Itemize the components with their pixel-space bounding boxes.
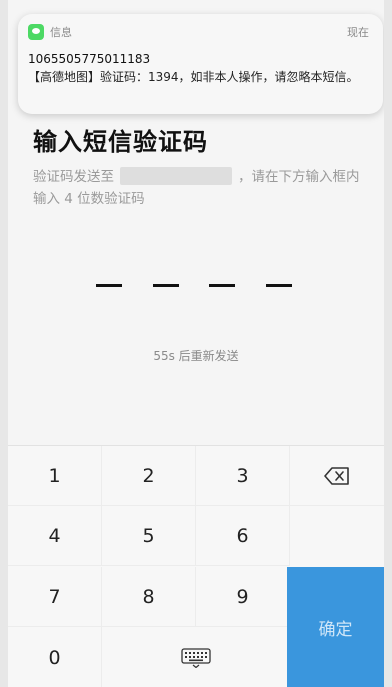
confirm-button[interactable]: 确定 bbox=[287, 567, 384, 687]
hide-keyboard-key[interactable] bbox=[102, 627, 290, 687]
key-7[interactable]: 7 bbox=[8, 567, 102, 627]
notification-app-name: 信息 bbox=[50, 26, 72, 39]
key-4[interactable]: 4 bbox=[8, 506, 102, 566]
page-title: 输入短信验证码 bbox=[33, 128, 208, 156]
code-digit-slot[interactable] bbox=[153, 284, 179, 287]
notification-time: 现在 bbox=[347, 26, 369, 39]
sms-notification-banner[interactable]: 信息 现在 1065505775011183 【高德地图】验证码：1394，如非… bbox=[18, 14, 383, 114]
page-subtitle: 验证码发送至 ，请在下方输入框内输入 4 位数验证码 bbox=[33, 166, 363, 210]
subtitle-prefix: 验证码发送至 bbox=[33, 169, 114, 185]
numeric-keypad: 1 2 3 4 5 6 7 8 9 0 确定 bbox=[8, 445, 384, 687]
key-5[interactable]: 5 bbox=[102, 506, 196, 566]
messages-app-icon bbox=[28, 24, 44, 40]
notification-body: 【高德地图】验证码：1394，如非本人操作，请忽略本短信。 bbox=[28, 70, 359, 84]
verification-screen: 信息 现在 1065505775011183 【高德地图】验证码：1394，如非… bbox=[8, 0, 384, 687]
key-3[interactable]: 3 bbox=[196, 446, 290, 506]
notification-sender: 1065505775011183 bbox=[28, 52, 151, 66]
code-digit-slot[interactable] bbox=[209, 284, 235, 287]
key-1[interactable]: 1 bbox=[8, 446, 102, 506]
key-8[interactable]: 8 bbox=[102, 567, 196, 627]
code-digit-slot[interactable] bbox=[266, 284, 292, 287]
key-2[interactable]: 2 bbox=[102, 446, 196, 506]
backspace-icon bbox=[324, 466, 349, 485]
key-9[interactable]: 9 bbox=[196, 567, 290, 627]
masked-phone-number bbox=[120, 167, 232, 185]
code-input-boxes[interactable] bbox=[8, 284, 384, 292]
code-digit-slot[interactable] bbox=[96, 284, 122, 287]
backspace-key[interactable] bbox=[290, 446, 384, 506]
key-0[interactable]: 0 bbox=[8, 627, 102, 687]
key-6[interactable]: 6 bbox=[196, 506, 290, 566]
resend-countdown: 55s 后重新发送 bbox=[153, 349, 239, 363]
keyboard-icon bbox=[180, 647, 211, 668]
